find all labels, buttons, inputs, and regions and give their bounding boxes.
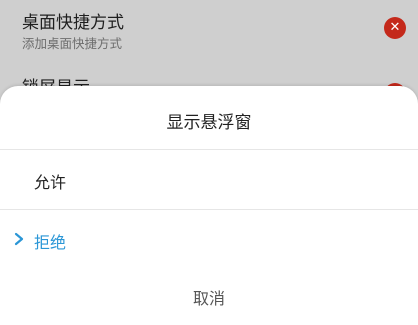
cancel-button[interactable]: 取消	[0, 283, 418, 315]
floating-window-dialog: 显示悬浮窗 允许 拒绝 取消	[0, 86, 418, 325]
chevron-right-icon	[14, 232, 24, 246]
close-icon[interactable]: ✕	[384, 17, 406, 39]
desktop-shortcut-title: 桌面快捷方式	[22, 13, 124, 33]
option-allow[interactable]: 允许	[0, 151, 418, 209]
option-allow-label: 允许	[34, 173, 67, 192]
divider	[0, 149, 418, 150]
divider	[0, 209, 418, 210]
option-deny[interactable]: 拒绝	[0, 211, 418, 269]
desktop-shortcut-row[interactable]: 桌面快捷方式 添加桌面快捷方式 ✕	[0, 0, 418, 60]
desktop-shortcut-subtitle: 添加桌面快捷方式	[22, 36, 123, 51]
dialog-title: 显示悬浮窗	[166, 113, 252, 133]
option-deny-label: 拒绝	[34, 233, 67, 252]
